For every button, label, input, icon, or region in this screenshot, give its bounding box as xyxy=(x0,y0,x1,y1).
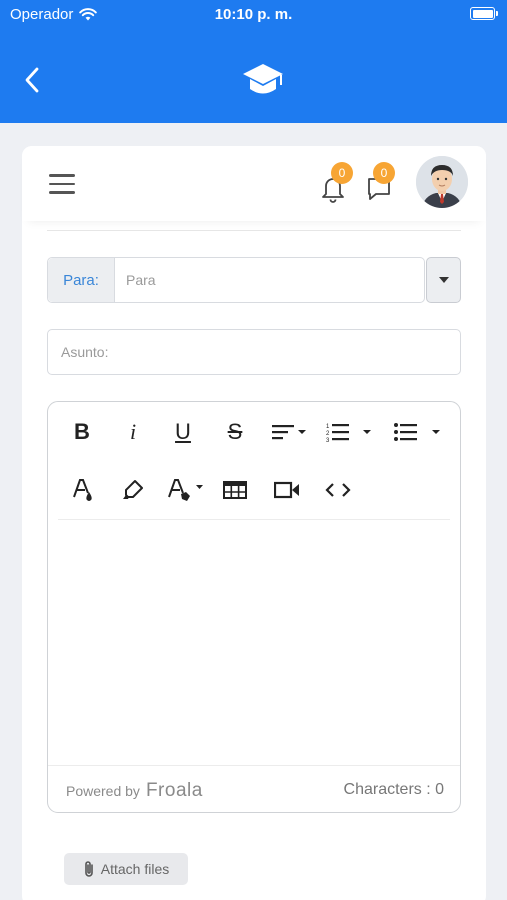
insert-video-button[interactable] xyxy=(272,472,302,508)
italic-button[interactable]: i xyxy=(119,414,147,450)
unordered-list-button[interactable] xyxy=(392,414,444,450)
underline-button[interactable]: U xyxy=(169,414,197,450)
toolbar-separator xyxy=(58,519,450,520)
editor-content-area[interactable] xyxy=(58,524,450,762)
table-icon xyxy=(223,481,247,499)
ordered-list-icon: 1 2 3 xyxy=(326,424,371,443)
graduation-cap-icon xyxy=(243,64,283,94)
rich-text-editor: B i U S 1 2 3 Powered by Froala Characte… xyxy=(47,401,461,813)
video-icon xyxy=(274,481,299,499)
attach-files-label: Attach files xyxy=(100,861,170,877)
align-dropdown-button[interactable] xyxy=(268,414,312,450)
svg-text:2: 2 xyxy=(326,431,330,437)
header-divider xyxy=(47,230,461,231)
strikethrough-icon: S xyxy=(227,419,243,444)
editor-footer: Powered by Froala Characters : 0 xyxy=(48,765,460,812)
avatar[interactable] xyxy=(416,156,468,208)
unordered-list-icon xyxy=(394,423,440,441)
menu-icon xyxy=(49,174,75,177)
svg-text:1: 1 xyxy=(326,424,330,430)
battery-icon xyxy=(470,7,498,20)
to-field-group: Para: xyxy=(47,257,425,303)
messages-button[interactable]: 0 xyxy=(366,162,398,204)
froala-logo[interactable]: Froala xyxy=(146,780,203,802)
code-view-icon xyxy=(325,483,351,497)
user-avatar-icon xyxy=(416,156,468,208)
insert-table-button[interactable] xyxy=(220,472,250,508)
attach-files-button[interactable]: Attach files xyxy=(64,853,188,885)
powered-by-label: Powered by xyxy=(66,783,140,799)
ordered-list-button[interactable]: 1 2 3 xyxy=(324,414,374,450)
messages-badge: 0 xyxy=(373,162,395,184)
top-bar: Operador 10:10 p. m. xyxy=(0,0,507,123)
chevron-left-icon xyxy=(25,67,39,93)
paragraph-style-button[interactable] xyxy=(164,472,208,508)
align-icon xyxy=(272,425,306,440)
status-time: 10:10 p. m. xyxy=(214,6,293,23)
highlight-button[interactable] xyxy=(118,472,148,508)
compose-card: 0 0 Para: Para Asunto: B i U S 1 2 3 Pow… xyxy=(22,146,486,900)
card-header: 0 0 xyxy=(22,146,486,221)
text-color-icon xyxy=(73,479,92,501)
recipients-dropdown-button[interactable] xyxy=(426,257,461,303)
svg-text:3: 3 xyxy=(326,438,330,443)
bold-button[interactable]: B xyxy=(68,414,96,450)
caret-down-icon xyxy=(438,277,449,283)
notifications-badge: 0 xyxy=(331,162,353,184)
paperclip-icon xyxy=(84,861,93,877)
powered-by: Powered by Froala xyxy=(66,780,203,802)
bold-icon: B xyxy=(74,419,90,444)
underline-icon: U xyxy=(175,419,191,444)
strikethrough-button[interactable]: S xyxy=(221,414,249,450)
back-button[interactable] xyxy=(18,62,46,98)
code-view-button[interactable] xyxy=(323,472,353,508)
menu-button[interactable] xyxy=(49,174,75,194)
italic-icon: i xyxy=(129,419,137,444)
paragraph-style-icon xyxy=(168,479,203,501)
notifications-button[interactable]: 0 xyxy=(320,162,353,204)
character-count: Characters : 0 xyxy=(343,781,444,798)
text-color-button[interactable] xyxy=(68,472,98,508)
to-label: Para: xyxy=(48,258,115,302)
highlight-icon xyxy=(123,480,143,499)
to-input[interactable] xyxy=(115,258,424,302)
subject-input[interactable] xyxy=(47,329,461,375)
